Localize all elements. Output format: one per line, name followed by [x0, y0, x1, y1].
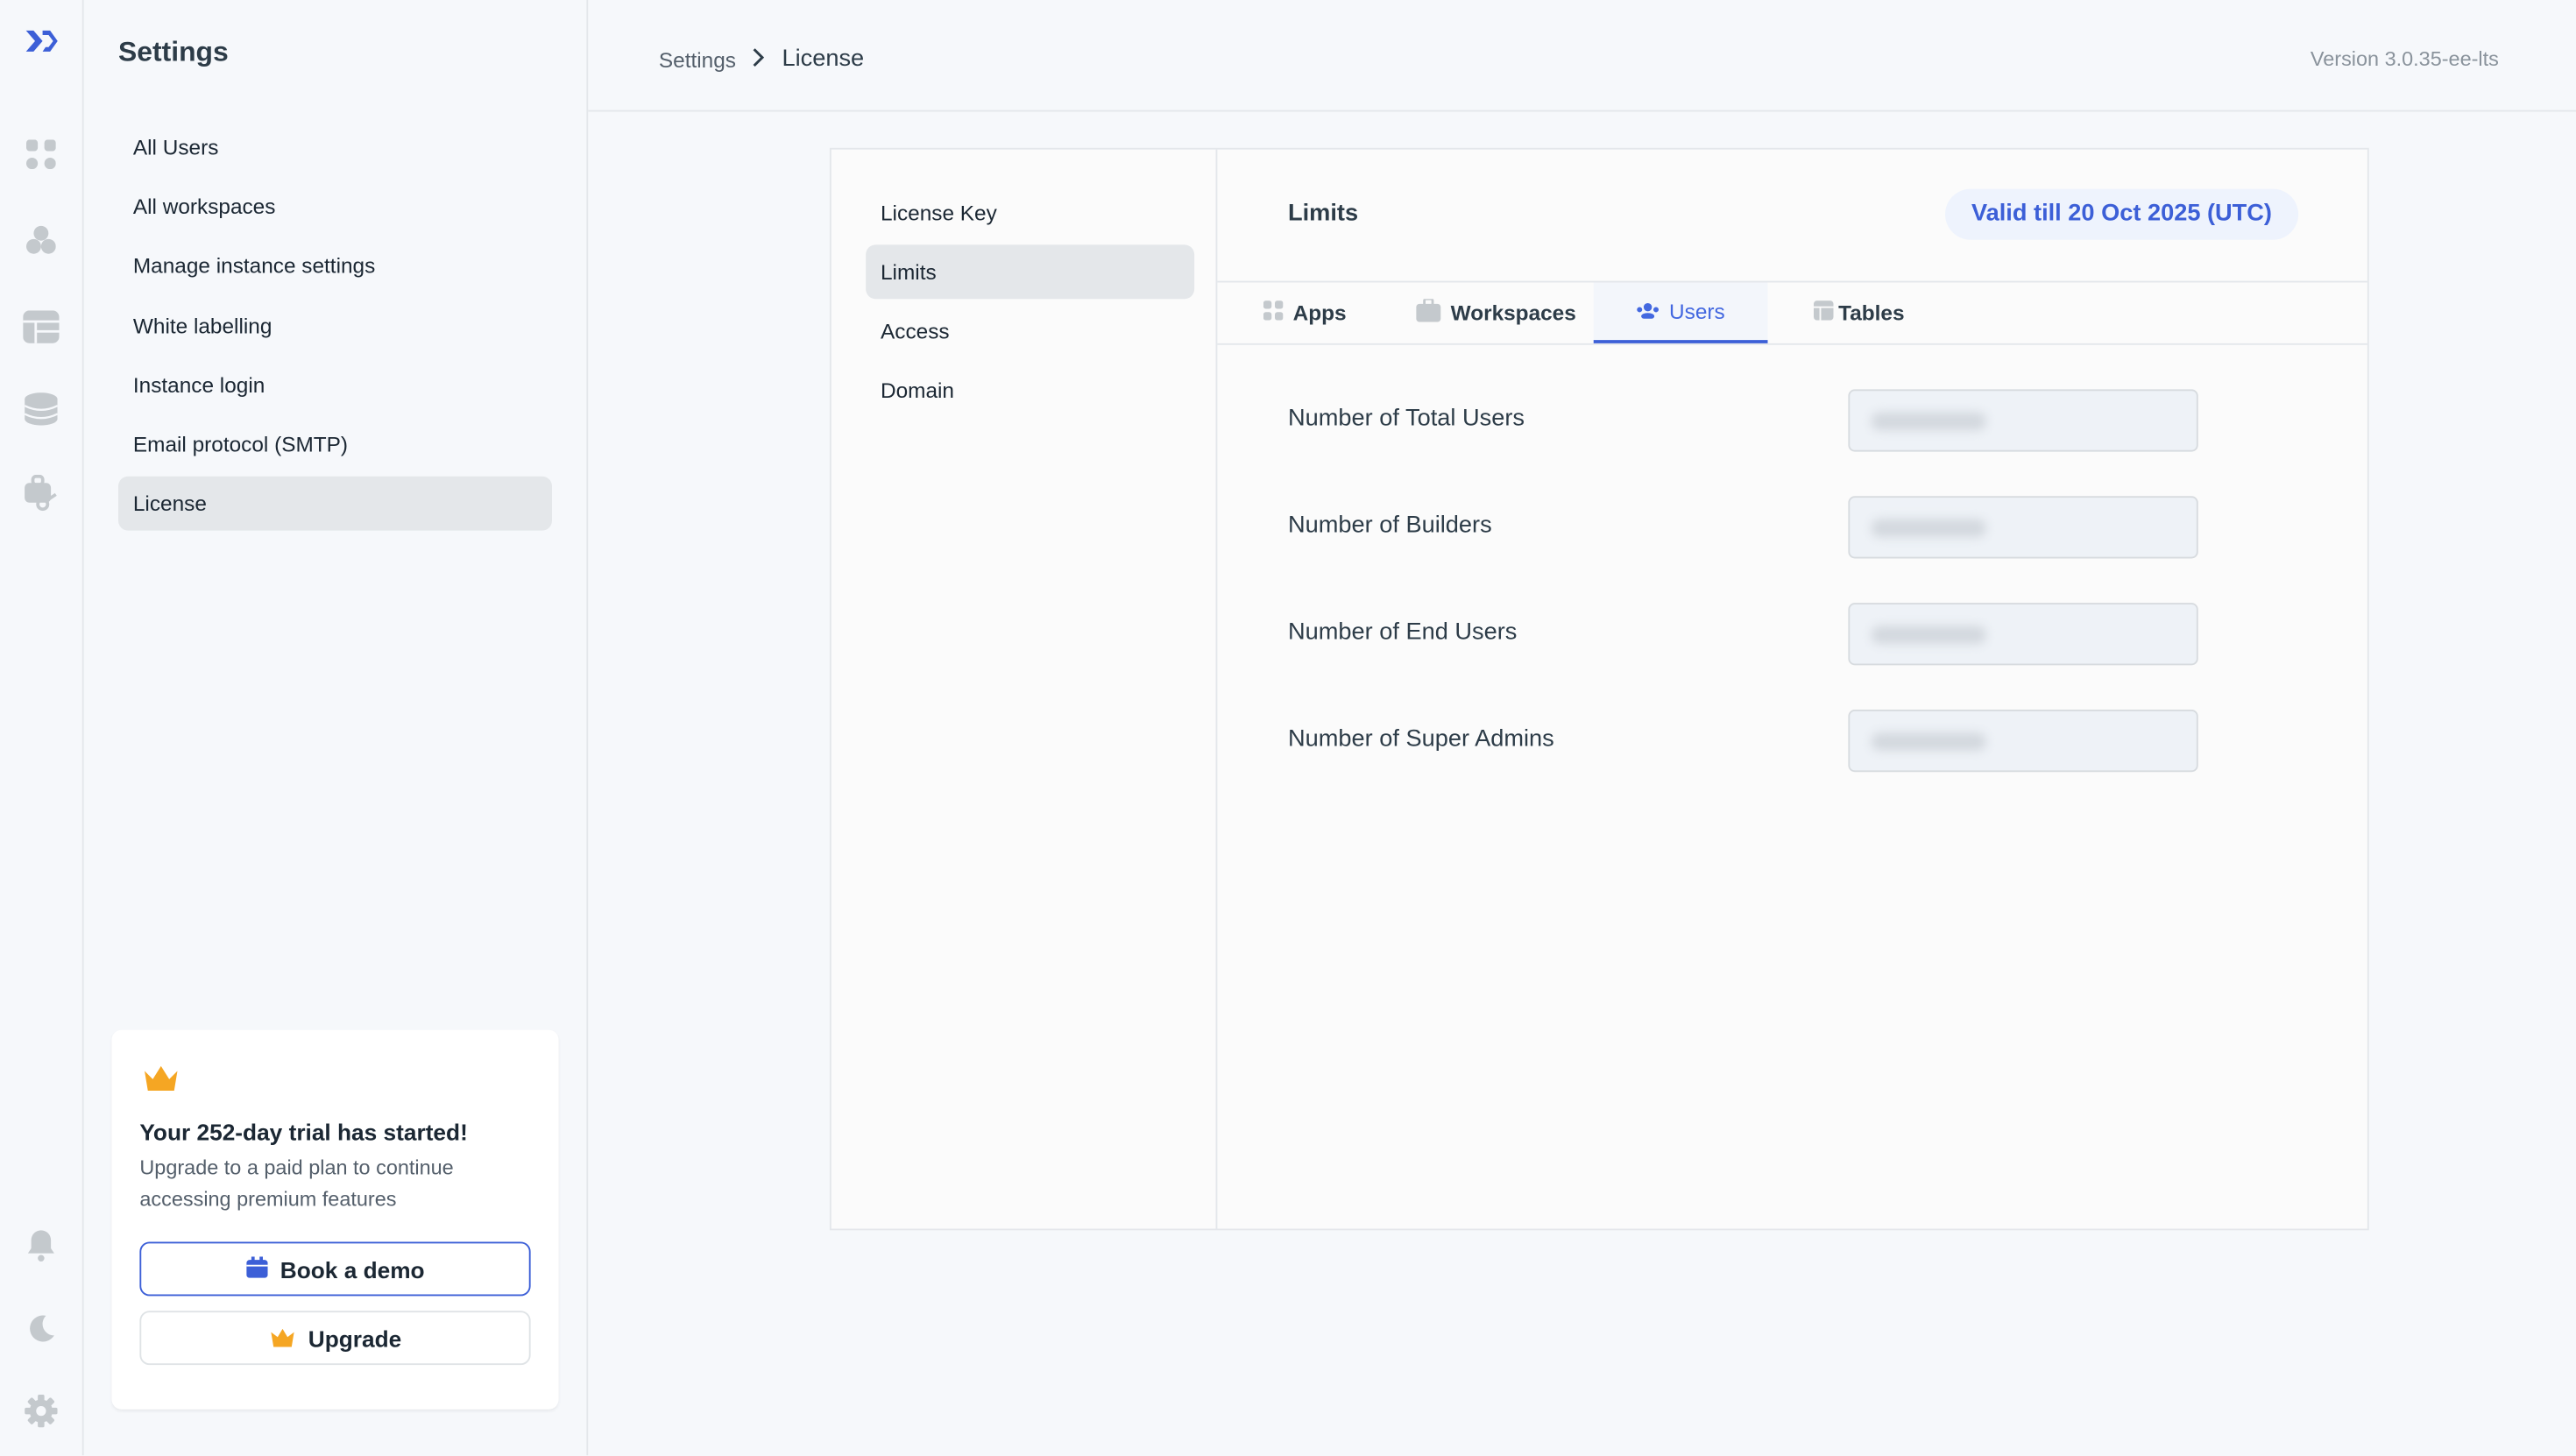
users-icon	[1637, 299, 1660, 323]
tab-workspaces-label: Workspaces	[1450, 300, 1576, 326]
license-card: License Key Limits Access Domain Limits …	[829, 147, 2369, 1231]
briefcase-icon	[1416, 297, 1441, 327]
license-nav-access[interactable]: Access	[866, 304, 1194, 358]
redacted-value	[1871, 732, 1986, 751]
end-users-field	[1848, 603, 2198, 666]
apps-icon[interactable]	[23, 137, 59, 173]
tab-users-label: Users	[1669, 299, 1725, 324]
redacted-value	[1871, 412, 1986, 431]
license-nav-domain[interactable]: Domain	[866, 363, 1194, 417]
limits-panel: Limits Valid till 20 Oct 2025 (UTC) Apps…	[1217, 150, 2367, 1229]
sidebar-item-smtp[interactable]: Email protocol (SMTP)	[118, 417, 552, 471]
database-icon[interactable]	[23, 391, 59, 427]
breadcrumb-settings[interactable]: Settings	[659, 46, 736, 71]
builders-label: Number of Builders	[1288, 512, 1492, 539]
license-nav-license-key[interactable]: License Key	[866, 186, 1194, 240]
super-admins-label: Number of Super Admins	[1288, 725, 1554, 753]
upgrade-label: Upgrade	[308, 1325, 402, 1352]
upgrade-button[interactable]: Upgrade	[139, 1311, 531, 1366]
workspaces-icon[interactable]	[23, 222, 59, 258]
moon-icon[interactable]	[23, 1311, 59, 1346]
tab-workspaces[interactable]: Workspaces	[1416, 283, 1576, 343]
tables-icon[interactable]	[23, 309, 60, 345]
page-header: Settings License Version 3.0.35-ee-lts	[588, 0, 2576, 112]
crown-icon	[269, 1325, 295, 1351]
bell-icon[interactable]	[23, 1227, 59, 1263]
tab-tables[interactable]: Tables	[1814, 283, 1905, 343]
breadcrumb: Settings License	[659, 46, 864, 73]
icon-rail	[0, 0, 84, 1456]
sidebar-item-all-users[interactable]: All Users	[118, 120, 552, 174]
breadcrumb-license: License	[782, 46, 865, 73]
calendar-icon	[245, 1255, 267, 1282]
total-users-label: Number of Total Users	[1288, 406, 1525, 433]
trial-card: Your 252-day trial has started! Upgrade …	[111, 1029, 559, 1410]
workflows-icon[interactable]	[23, 474, 59, 512]
limits-tabs: Apps Workspaces Users Tables	[1217, 280, 2367, 345]
chevron-right-icon	[753, 46, 766, 71]
trial-title: Your 252-day trial has started!	[139, 1118, 468, 1145]
sidebar-title: Settings	[118, 36, 229, 67]
tab-apps-label: Apps	[1292, 300, 1347, 326]
book-demo-button[interactable]: Book a demo	[139, 1241, 531, 1297]
logo-icon[interactable]	[23, 23, 59, 59]
limits-title: Limits	[1288, 200, 1359, 227]
sidebar-item-white-labelling[interactable]: White labelling	[118, 299, 552, 353]
crown-icon	[143, 1064, 179, 1100]
sidebar-item-manage-instance-settings[interactable]: Manage instance settings	[118, 238, 552, 293]
sidebar-item-all-workspaces[interactable]: All workspaces	[118, 179, 552, 233]
builders-field	[1848, 496, 2198, 559]
version-label: Version 3.0.35-ee-lts	[2310, 47, 2499, 71]
redacted-value	[1871, 519, 1986, 538]
book-demo-label: Book a demo	[280, 1255, 425, 1283]
sidebar-item-license[interactable]: License	[118, 476, 552, 531]
tab-tables-label: Tables	[1838, 300, 1905, 326]
total-users-field	[1848, 389, 2198, 452]
trial-text: Upgrade to a paid plan to continue acces…	[139, 1156, 454, 1211]
super-admins-field	[1848, 710, 2198, 773]
end-users-label: Number of End Users	[1288, 618, 1518, 646]
license-nav: License Key Limits Access Domain	[832, 149, 1218, 1229]
apps-icon	[1263, 300, 1284, 325]
tab-apps[interactable]: Apps	[1263, 283, 1347, 343]
sidebar-item-instance-login[interactable]: Instance login	[118, 358, 552, 413]
license-nav-limits[interactable]: Limits	[866, 244, 1195, 300]
gear-icon[interactable]	[23, 1393, 59, 1429]
tab-users[interactable]: Users	[1593, 282, 1768, 343]
validity-badge: Valid till 20 Oct 2025 (UTC)	[1945, 188, 2298, 240]
tables-icon	[1814, 300, 1834, 325]
redacted-value	[1871, 626, 1986, 644]
